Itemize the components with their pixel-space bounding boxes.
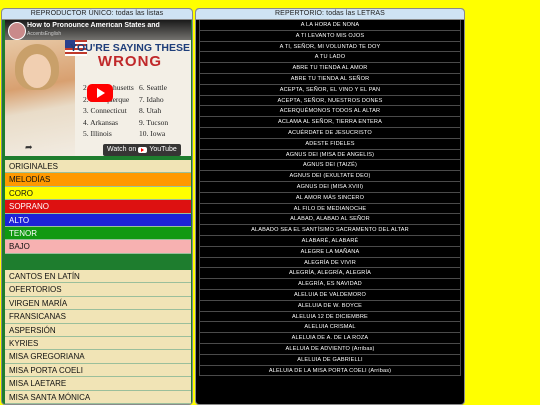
list-item[interactable]: FRANSICANAS — [5, 310, 191, 324]
video-title[interactable]: How to Pronounce American States and — [27, 22, 187, 29]
player-panel: REPRODUCTOR ÚNICO: todas las listas YOU'… — [1, 8, 193, 405]
song-item[interactable]: ACERQUÉMONOS TODOS AL ALTAR — [199, 106, 461, 118]
song-item[interactable]: A LA HORA DE NONA — [199, 20, 461, 31]
watch-on-youtube-button[interactable]: Watch on YouTube — [103, 144, 181, 156]
song-item[interactable]: ALEGRÍA DE VIVIR — [199, 257, 461, 269]
state-name: 3. Connecticut — [83, 106, 127, 115]
song-item[interactable]: ALELUIA DE ADVIENTO (Arribas) — [199, 343, 461, 355]
repertoire-panel: REPERTORIO: todas las LETRAS A LA HORA D… — [195, 8, 465, 405]
song-item[interactable]: ALEGRÍA, ES NAVIDAD — [199, 279, 461, 290]
song-item[interactable]: ACLAMA AL SEÑOR, TIERRA ENTERA — [199, 117, 461, 128]
song-item[interactable]: AGNUS DEI (EXULTATE DEO) — [199, 171, 461, 182]
song-item[interactable]: A TI, SEÑOR, MI VOLUNTAD TE DOY — [199, 41, 461, 53]
headline-line-2: WRONG — [97, 53, 163, 70]
list-item[interactable]: CORO — [5, 186, 191, 201]
player-panel-header: REPRODUCTOR ÚNICO: todas las listas — [2, 9, 192, 20]
list-item[interactable]: BAJO — [5, 240, 191, 254]
song-item[interactable]: AGNUS DEI (MISA DE ANGELIS) — [199, 149, 461, 161]
song-item[interactable]: ACEPTA, SEÑOR, EL VINO Y EL PAN — [199, 84, 461, 96]
song-item[interactable]: ACEPTA, SEÑOR, NUESTROS DONES — [199, 95, 461, 107]
person-face — [23, 54, 51, 88]
watch-on-label: Watch on — [107, 146, 137, 153]
state-name: 10. Iowa — [139, 129, 166, 138]
play-button-icon[interactable] — [87, 84, 113, 102]
youtube-logo-icon — [138, 147, 148, 153]
video-title-bar: How to Pronounce American States and Acc… — [5, 20, 191, 40]
song-item[interactable]: AL AMOR MÁS SINCERO — [199, 192, 461, 204]
list-item[interactable]: MISA LAETARE — [5, 377, 191, 391]
song-item[interactable]: ABRE TU TIENDA AL AMOR — [199, 63, 461, 74]
list-item[interactable]: ASPERSIÓN — [5, 323, 191, 337]
channel-avatar[interactable] — [8, 22, 26, 40]
list-item[interactable]: CANTOS EN LATÍN — [5, 270, 191, 284]
song-item[interactable]: ACUÉRDATE DE JESUCRISTO — [199, 127, 461, 139]
song-item[interactable]: A TU LADO — [199, 52, 461, 64]
song-item[interactable]: ALABAD, ALABAD AL SEÑOR — [199, 214, 461, 226]
state-name: 7. Idaho — [139, 94, 164, 104]
list-item[interactable]: MISA GREGORIANA — [5, 350, 191, 364]
list-item[interactable]: SOPRANO — [5, 200, 191, 214]
video-thumbnail-person — [5, 40, 75, 156]
state-name: 4. Arkansas — [83, 117, 118, 127]
song-item[interactable]: ADESTE FIDELES — [199, 138, 461, 150]
voice-lists: ORIGINALES MELODÍAS CORO SOPRANO ALTO TENOR BA… — [5, 160, 191, 254]
song-item[interactable]: ALELUIA DE LA MISA PORTA COELI (Arribas) — [199, 365, 461, 377]
song-item[interactable]: AGNUS DEI (TAIZÉ) — [199, 160, 461, 172]
list-item[interactable]: ORIGINALES — [5, 160, 191, 174]
state-name: 6. Seattle — [139, 83, 167, 92]
song-item[interactable]: A TI LEVANTO MIS OJOS — [199, 30, 461, 42]
list-item[interactable]: MISA PORTA COELI — [5, 363, 191, 378]
youtube-brand-label: YouTube — [149, 146, 177, 153]
song-item[interactable]: ALEGRE LA MAÑANA — [199, 246, 461, 258]
song-item[interactable]: ALABADO SEA EL SANTÍSIMO SACRAMENTO DEL … — [199, 225, 461, 236]
list-item[interactable]: MISA SANTA MÓNICA — [5, 390, 191, 404]
song-item[interactable]: ABRE TU TIENDA AL SEÑOR — [199, 73, 461, 85]
song-item[interactable]: AGNUS DEI (MISA XVIII) — [199, 181, 461, 193]
list-item[interactable]: MELODÍAS — [5, 173, 191, 187]
list-item[interactable]: ALTO — [5, 213, 191, 227]
list-item[interactable]: VIRGEN MARÍA — [5, 296, 191, 311]
list-item[interactable]: TENOR — [5, 226, 191, 241]
song-item[interactable]: ALELUIA DE W. BOYCE — [199, 300, 461, 312]
youtube-video-embed[interactable]: YOU'RE SAYING THESE WRONG 2. Massachuset… — [5, 20, 191, 156]
category-lists: CANTOS EN LATÍN OFERTORIOS VIRGEN MARÍA FRA… — [5, 270, 191, 404]
state-name: 5. Illinois — [83, 129, 112, 138]
song-item[interactable]: AL FILO DE MEDIANOCHE — [199, 203, 461, 215]
song-item[interactable]: ALABARÉ, ALABARÉ — [199, 235, 461, 247]
song-item[interactable]: ALEGRÍA, ALEGRÍA, ALEGRÍA — [199, 268, 461, 280]
song-item[interactable]: ALELUIA 12 DE DICIEMBRE — [199, 311, 461, 323]
video-headline: YOU'RE SAYING THESE WRONG — [69, 42, 191, 70]
state-name: 9. Tucson — [139, 117, 169, 127]
song-item[interactable]: ALELUIA DE VALDEMORO — [199, 289, 461, 301]
repertoire-panel-header: REPERTORIO: todas las LETRAS — [196, 9, 464, 20]
list-item[interactable]: OFERTORIOS — [5, 283, 191, 297]
song-list: A LA HORA DE NONA A TI LEVANTO MIS OJOS A … — [199, 20, 461, 377]
song-item[interactable]: ALELUIA DE GABRIELLI — [199, 354, 461, 366]
share-icon[interactable]: ➦ — [25, 142, 33, 153]
song-item[interactable]: ALELUIA CRISMAL — [199, 322, 461, 334]
song-item[interactable]: ALELUIA DE A. DE LA ROZA — [199, 333, 461, 344]
video-channel-name[interactable]: AccentsEnglish — [27, 31, 61, 37]
state-name: 8. Utah — [139, 106, 162, 115]
list-item[interactable]: KYRIES — [5, 336, 191, 351]
